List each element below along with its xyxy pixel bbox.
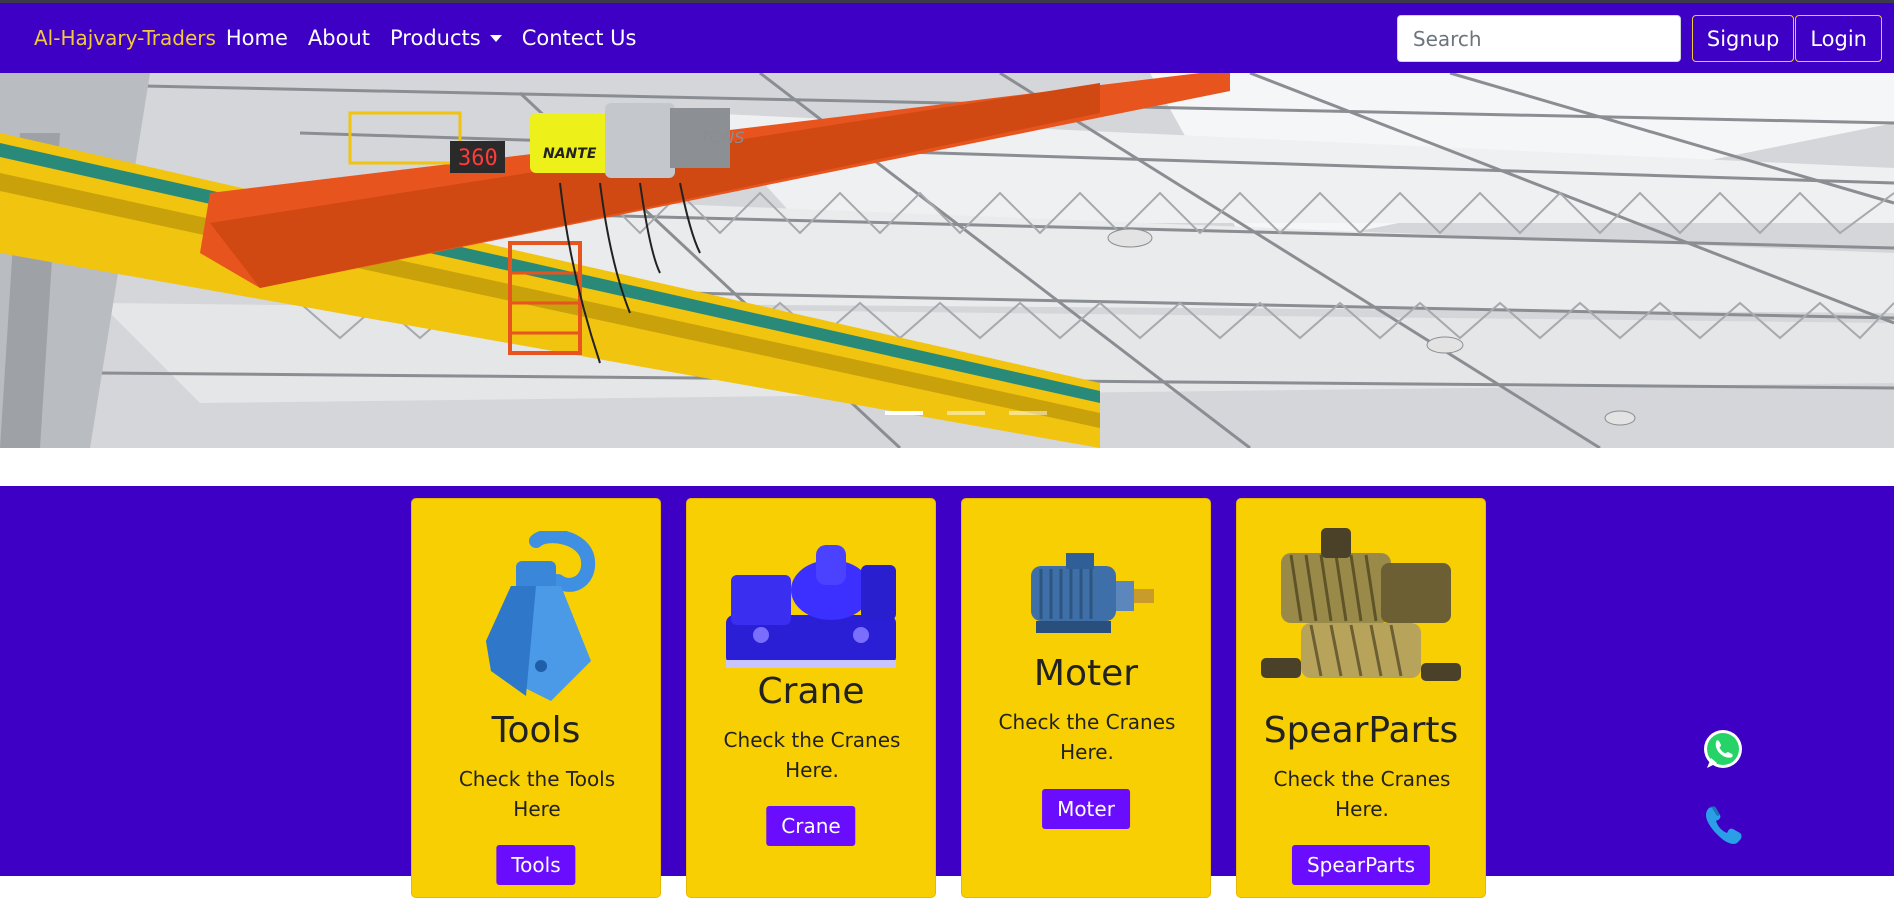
nav-home[interactable]: Home — [226, 26, 288, 50]
svg-text:NANTE: NANTE — [543, 146, 597, 162]
crane-hook-image — [412, 531, 660, 701]
electric-motor-image — [962, 551, 1210, 641]
carousel-indicator-2[interactable] — [947, 411, 985, 415]
svg-text:TONS: TONS — [700, 128, 745, 147]
card-text: Check the Tools Here — [458, 767, 616, 821]
product-card-crane: Crane Check the Cranes Here. Crane — [686, 498, 936, 898]
product-card-moter: Moter Check the Cranes Here. Moter — [961, 498, 1211, 898]
nav-products-dropdown[interactable]: Products — [390, 26, 502, 50]
card-title: Tools — [491, 710, 581, 751]
carousel-indicator-1[interactable] — [885, 411, 923, 415]
card-title: Crane — [757, 671, 865, 712]
card-title: Moter — [1033, 653, 1139, 694]
nav-contact[interactable]: Contect Us — [522, 26, 637, 50]
nav-about[interactable]: About — [308, 26, 370, 50]
nav-products-label: Products — [390, 26, 481, 50]
products-section: Tools Check the Tools Here Tools Crane C… — [0, 486, 1894, 898]
carousel-indicators — [885, 411, 1071, 415]
spearparts-button[interactable]: SpearParts — [1291, 845, 1431, 885]
card-text: Check the Cranes Here. — [723, 728, 901, 782]
product-card-tools: Tools Check the Tools Here Tools — [411, 498, 661, 898]
card-text: Check the Cranes Here. — [1273, 767, 1451, 821]
search-input[interactable] — [1396, 15, 1681, 62]
whatsapp-icon[interactable] — [1701, 728, 1745, 772]
nav-actions: Signup Login — [1396, 15, 1882, 62]
login-button[interactable]: Login — [1795, 15, 1882, 62]
brand-link[interactable]: Al-Hajvary-Traders — [34, 26, 216, 50]
svg-text:360: 360 — [458, 146, 498, 171]
carousel-indicator-3[interactable] — [1009, 411, 1047, 415]
phone-icon[interactable] — [1701, 802, 1745, 846]
chevron-down-icon — [489, 34, 502, 42]
crane-winch-image — [687, 535, 935, 670]
gear-parts-image — [1237, 523, 1485, 703]
product-card-spearparts: SpearParts Check the Cranes Here. SpearP… — [1236, 498, 1486, 898]
overhead-crane-photo: 360 NANTE TONS — [0, 73, 1894, 448]
hero-carousel: 360 NANTE TONS — [0, 73, 1894, 448]
card-title: SpearParts — [1263, 710, 1459, 751]
navbar: Al-Hajvary-Traders Home About Products C… — [0, 3, 1894, 73]
card-text: Check the Cranes Here. — [998, 710, 1176, 764]
moter-button[interactable]: Moter — [1042, 789, 1130, 829]
signup-button[interactable]: Signup — [1691, 15, 1795, 62]
crane-button[interactable]: Crane — [766, 806, 856, 846]
tools-button[interactable]: Tools — [496, 845, 576, 885]
